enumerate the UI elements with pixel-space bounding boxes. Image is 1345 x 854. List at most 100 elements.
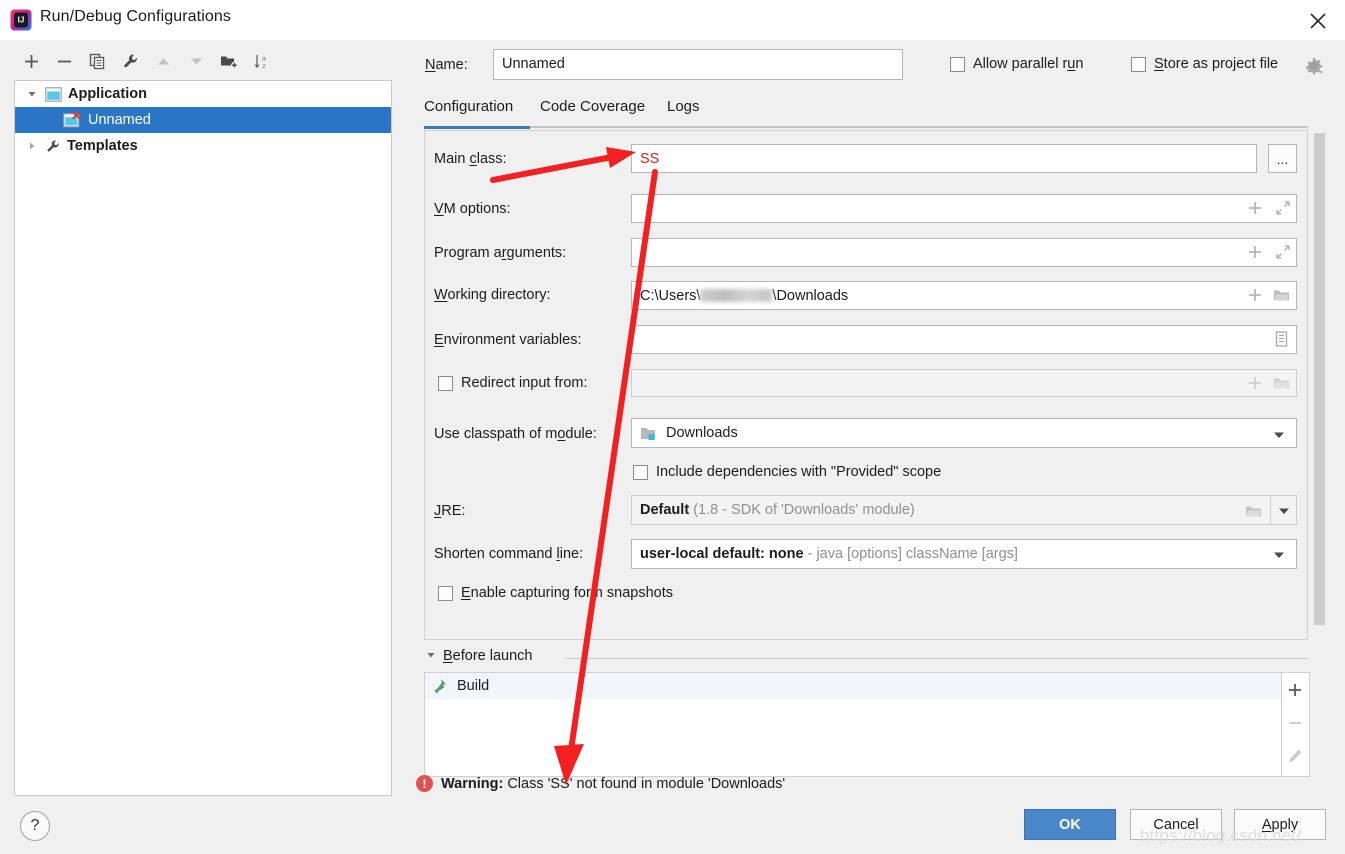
move-down-button[interactable]: [181, 45, 211, 77]
working-directory-input[interactable]: C:\Users\ \Downloads: [631, 281, 1297, 310]
macro-plus-icon[interactable]: [1246, 374, 1264, 392]
program-arguments-input[interactable]: [631, 238, 1297, 267]
remove-configuration-button[interactable]: [49, 45, 79, 77]
jre-value: Default (1.8 - SDK of 'Downloads' module…: [640, 502, 915, 518]
chevron-down-icon[interactable]: [1277, 506, 1291, 516]
redirect-input-label: Redirect input from:: [461, 375, 588, 391]
shorten-value-detail: - java [options] className [args]: [808, 546, 1018, 562]
program-arguments-label: Program arguments:: [434, 245, 566, 261]
error-icon: !: [416, 775, 433, 792]
warning-text: Warning: Class 'SS' not found in module …: [441, 776, 785, 792]
module-combobox[interactable]: Downloads: [631, 418, 1297, 448]
ok-button[interactable]: OK: [1024, 809, 1116, 840]
configurations-toolbar: a z: [14, 45, 392, 79]
checkbox-box[interactable]: [1131, 57, 1146, 72]
path-suffix: \Downloads: [772, 288, 848, 304]
move-up-button[interactable]: [148, 45, 178, 77]
sort-configurations-button[interactable]: a z: [247, 45, 277, 77]
include-provided-scope-label: Include dependencies with "Provided" sco…: [656, 464, 941, 480]
active-tab-underline: [424, 126, 530, 129]
run-debug-configurations-dialog: IJ Run/Debug Configurations: [0, 0, 1345, 854]
tree-item-label: Application: [68, 86, 147, 102]
new-folder-button[interactable]: [214, 45, 244, 77]
edit-list-icon[interactable]: [1272, 330, 1290, 348]
tab-code-coverage[interactable]: Code Coverage: [540, 98, 645, 121]
browse-folder-icon[interactable]: [1272, 286, 1292, 304]
tab-logs[interactable]: Logs: [667, 98, 700, 121]
twisty-expanded-icon[interactable]: [23, 89, 41, 99]
shorten-command-line-value: user-local default: none - java [options…: [640, 546, 1018, 562]
macro-plus-icon[interactable]: [1246, 243, 1264, 261]
name-label: Name:: [425, 57, 468, 73]
tree-item-label: Unnamed: [88, 112, 151, 128]
shorten-command-line-label: Shorten command line:: [434, 546, 583, 562]
jre-combobox[interactable]: Default (1.8 - SDK of 'Downloads' module…: [631, 495, 1297, 525]
before-launch-task-list[interactable]: Build: [424, 672, 1282, 777]
checkbox-box[interactable]: [950, 57, 965, 72]
working-directory-value: C:\Users\ \Downloads: [640, 288, 848, 304]
chevron-down-icon[interactable]: [1272, 550, 1286, 560]
before-launch-item-build[interactable]: Build: [425, 673, 1281, 699]
allow-parallel-run-checkbox[interactable]: Allow parallel run: [950, 56, 1083, 72]
main-class-browse-button[interactable]: ...: [1268, 144, 1297, 173]
tree-item-unnamed[interactable]: Unnamed: [15, 107, 391, 133]
browse-folder-icon[interactable]: [1272, 374, 1292, 392]
warning-message: Class 'SS' not found in module 'Download…: [507, 776, 785, 792]
configurations-tree[interactable]: Application Unnamed Template: [14, 80, 392, 796]
store-as-project-file-label: Store as project file: [1154, 56, 1278, 72]
before-launch-item-label: Build: [457, 678, 489, 694]
redirect-input-checkbox[interactable]: Redirect input from:: [438, 375, 588, 391]
browse-folder-icon[interactable]: [1244, 502, 1264, 520]
checkbox-box[interactable]: [438, 586, 453, 601]
enable-form-snapshots-checkbox[interactable]: Enable capturing form snapshots: [438, 585, 673, 601]
before-launch-header[interactable]: Before launch: [426, 648, 532, 664]
redacted-username: [700, 289, 772, 302]
warning-prefix: Warning:: [441, 776, 503, 792]
enable-form-snapshots-label: Enable capturing form snapshots: [461, 585, 673, 601]
vm-options-label: VM options:: [434, 201, 511, 217]
chevron-down-icon[interactable]: [1272, 430, 1286, 440]
expand-editor-icon[interactable]: [1274, 243, 1292, 261]
gear-dropdown-icon[interactable]: [1304, 56, 1324, 76]
remove-task-button[interactable]: [1286, 714, 1304, 732]
environment-variables-input[interactable]: [631, 325, 1297, 354]
module-icon: [640, 425, 658, 442]
application-icon: [45, 87, 62, 102]
vm-options-input[interactable]: [631, 194, 1297, 223]
help-button[interactable]: ?: [20, 811, 50, 841]
twisty-expanded-icon[interactable]: [426, 648, 436, 664]
application-error-icon: [63, 112, 82, 128]
copy-configuration-button[interactable]: [82, 45, 112, 77]
edit-task-button[interactable]: [1286, 747, 1304, 765]
content-scrollbar-thumb[interactable]: [1314, 133, 1325, 625]
store-as-project-file-checkbox[interactable]: Store as project file: [1131, 56, 1278, 72]
add-task-button[interactable]: [1286, 681, 1304, 699]
build-hammer-icon: [433, 678, 449, 694]
macro-plus-icon[interactable]: [1246, 286, 1264, 304]
add-configuration-button[interactable]: [16, 45, 46, 77]
main-class-value: SS: [640, 151, 659, 167]
before-launch-divider: [565, 658, 1308, 659]
name-input[interactable]: Unnamed: [493, 49, 903, 80]
checkbox-box[interactable]: [633, 465, 648, 480]
redirect-input-field[interactable]: [631, 369, 1297, 397]
expand-editor-icon[interactable]: [1274, 199, 1292, 217]
svg-text:a: a: [262, 55, 266, 62]
twisty-collapsed-icon[interactable]: [23, 141, 41, 151]
path-prefix: C:\Users\: [640, 288, 700, 304]
tab-configuration[interactable]: Configuration: [424, 98, 513, 121]
include-provided-scope-checkbox[interactable]: Include dependencies with "Provided" sco…: [633, 464, 941, 480]
main-class-input[interactable]: SS: [631, 144, 1257, 173]
tree-item-application[interactable]: Application: [15, 81, 391, 107]
intellij-idea-logo: IJ: [10, 9, 32, 31]
checkbox-box[interactable]: [438, 376, 453, 391]
macro-plus-icon[interactable]: [1246, 199, 1264, 217]
close-icon[interactable]: [1305, 8, 1331, 34]
title-bar: IJ Run/Debug Configurations: [0, 0, 1345, 40]
shorten-command-line-combobox[interactable]: user-local default: none - java [options…: [631, 539, 1297, 569]
watermark: https://blog.csdn.net/: [1140, 826, 1301, 846]
tree-item-templates[interactable]: Templates: [15, 133, 391, 159]
edit-templates-button[interactable]: [115, 45, 145, 77]
status-warning: ! Warning: Class 'SS' not found in modul…: [416, 775, 785, 792]
working-directory-label: Working directory:: [434, 287, 551, 303]
